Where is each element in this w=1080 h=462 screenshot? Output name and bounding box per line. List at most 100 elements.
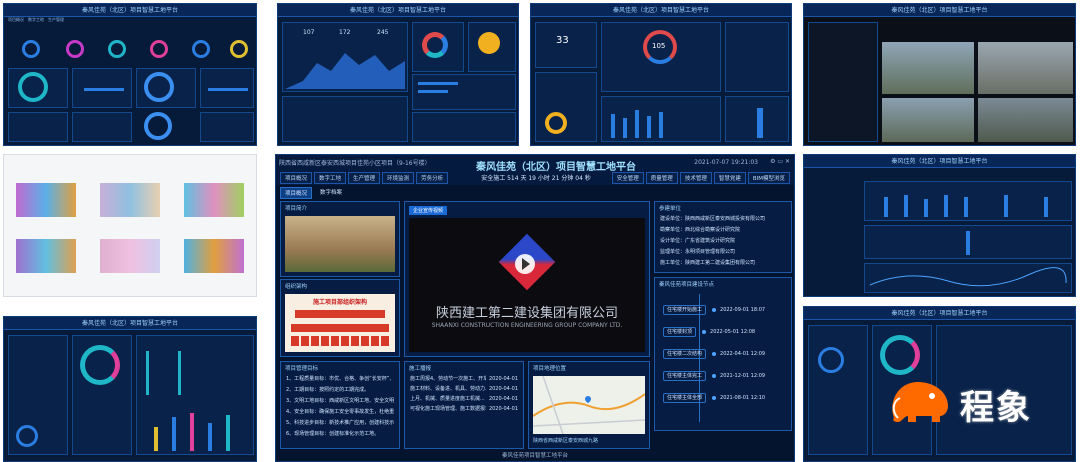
nav-right: 安全管理 质量管理 技术管理 智慧党建 BIM模型浏览 [611,172,790,184]
main-dashboard[interactable]: 陕西省西咸新区泰安西城项目佳苑小区项目（9-16号楼） 秦风佳苑（北区）项目智慧… [275,154,795,462]
thumb-header: 秦风佳苑（北区）项目智慧工地平台 [804,4,1075,17]
panel-video: 企业宣传视频 陕西建工第二建设集团有限公司 SHAANXI CONSTRUCTI… [404,201,650,357]
nav-item[interactable]: 环境监测 [382,172,415,184]
thumb-panel [8,112,68,142]
unit-row: 施工单位：陕西建工第二建设集团有限公司 [660,260,756,266]
bim-model[interactable] [184,183,244,217]
ring-chart [192,40,210,58]
bar-mark [944,195,948,217]
page-title: 秦风佳苑（北区）项目智慧工地平台 [476,162,636,173]
thumb-panel [808,325,868,455]
thumb-dashboard-rings[interactable]: 秦风佳苑（北区）项目智慧工地平台 项目概况 数字工地 生产管理 [3,3,257,146]
thumb-panel [282,96,408,142]
ring-chart [150,40,168,58]
nav-item[interactable]: 项目概况 [280,172,313,184]
play-button[interactable] [515,254,535,274]
subtabs: 项目概况 数字档案 [280,187,346,199]
camera-view[interactable] [978,42,1073,94]
thumb-camera-monitor[interactable]: 秦风佳苑（北区）项目智慧工地平台 [803,3,1076,146]
timeline-event: 住宅楼开始施工 2022-09-01 18:07 [663,305,765,315]
panel-title: 组织架构 [285,284,308,290]
bar-mark [172,417,176,451]
gauge-ring [18,72,48,102]
camera-view[interactable] [882,98,974,142]
pie-chart [478,32,500,54]
company-name-en: SHAANXI CONSTRUCTION ENGINEERING GROUP C… [431,322,623,329]
bim-model[interactable] [184,239,244,273]
footer: 秦风佳苑项目智慧工地平台 [501,453,568,459]
bar-mark [418,82,458,85]
nav-item[interactable]: BIM模型浏览 [747,172,790,184]
bar-mark [623,118,627,138]
news-row[interactable]: 上月、机械、质量进度施工机械... 2020-04-01 [410,394,518,404]
nav-item[interactable]: 生产管理 [348,172,381,184]
nav-item[interactable]: 劳务分析 [416,172,449,184]
map-caption: 陕西省西咸新区泰安西城九路 [533,438,599,444]
nav-item[interactable]: 智慧党建 [713,172,746,184]
donut-chart [880,335,920,375]
panel-map: 项目地理位置 陕西省西咸新区泰安西城九路 [528,361,650,449]
bar-mark [884,197,888,217]
nav-item[interactable]: 数字工地 [314,172,347,184]
stat-number: 245 [377,29,389,36]
news-row[interactable]: 施工周报4、劳动节一次施工、开车... 2020-04-01 [410,374,518,384]
news-row[interactable]: 可视化施工现场管理、施工数据报表...2020-04-01 [410,404,518,414]
ring-chart [230,40,248,58]
nav-item[interactable]: 技术管理 [679,172,712,184]
bar-mark [226,415,230,451]
thumb-panel [200,112,254,142]
thumb-dashboard-weather[interactable]: 秦风佳苑（北区）项目智慧工地平台 33 105 [530,3,792,146]
panel-title: 参建单位 [659,206,682,212]
dashboard-header: 陕西省西咸新区泰安西城项目佳苑小区项目（9-16号楼） 秦风佳苑（北区）项目智慧… [276,155,794,185]
news-row[interactable]: 施工材料、设备进、机具、劳动力... 2020-04-01 [410,384,518,394]
thumb-header: 秦风佳苑（北区）项目智慧工地平台 [278,4,518,17]
tab-archive[interactable]: 数字档案 [316,187,346,199]
goal-line: 3、文明工地目标：西咸新区文明工地、安全文明工地。 [286,398,394,404]
unit-row: 勘察单位：西北综合勘察设计研究院 [660,227,741,233]
bim-model[interactable] [100,239,160,273]
map-view[interactable] [532,375,646,435]
camera-view[interactable] [882,42,974,94]
nav-item[interactable]: 质量管理 [645,172,678,184]
bim-model[interactable] [16,239,76,273]
panel-org: 组织架构 施工项目部组织架构 [280,279,400,357]
bim-model[interactable] [16,183,76,217]
bar-mark [208,88,248,91]
tab-overview[interactable]: 项目概况 [280,187,313,199]
gauge-ring [818,347,844,373]
thumb-dashboard-bars[interactable]: 秦风佳苑（北区）项目智慧工地平台 [803,154,1076,297]
gauge-ring [144,72,174,102]
panel-title: 项目简介 [285,206,308,212]
donut-chart [422,32,448,58]
window-icons[interactable]: ⚙ ▭ ✕ [770,158,790,165]
thumb-panel: 107 172 245 [282,22,408,92]
goal-line: 2、工期目标：按照约定的工期完成。 [286,387,370,393]
panel-title: 施工播报 [409,366,432,372]
bim-model[interactable] [100,183,160,217]
bar-mark [146,351,149,395]
ring-chart [22,40,40,58]
bar-mark [178,351,181,395]
thumb-header: 秦风佳苑（北区）项目智慧工地平台 [804,155,1075,168]
bar-mark [208,423,212,451]
thumb-dashboard-stats[interactable]: 秦风佳苑（北区）项目智慧工地平台 [3,316,257,462]
thumb-dashboard-charts[interactable]: 秦风佳苑（北区）项目智慧工地平台 107 172 245 [277,3,519,146]
area-chart [285,53,405,89]
temperature-value: 33 [556,35,569,46]
camera-view[interactable] [978,98,1073,142]
nav-item[interactable]: 安全管理 [611,172,644,184]
video-player[interactable]: 陕西建工第二建设集团有限公司 SHAANXI CONSTRUCTION ENGI… [409,218,645,352]
panel-title: 项目管理目标 [285,366,319,372]
bar-mark [611,114,615,138]
brand-name: 程象 [960,388,1032,428]
bar-mark [154,427,158,451]
bar-mark [647,116,651,138]
goal-line: 1、工程质量目标：市优、合格、争创“长安杯”、小区、内部，创建城市优质工程。 [286,376,394,382]
thumb-panel [725,22,789,92]
unit-row: 监理单位：永明项目管理有限公司 [660,249,736,255]
thumb-panel [72,112,132,142]
thumb-panel: 33 [535,22,597,68]
datetime: 2021-07-07 19:21:03 [694,159,758,166]
site-name: 陕西省西咸新区泰安西城项目佳苑小区项目（9-16号楼） [279,160,431,167]
thumb-bim-models[interactable] [3,154,257,297]
